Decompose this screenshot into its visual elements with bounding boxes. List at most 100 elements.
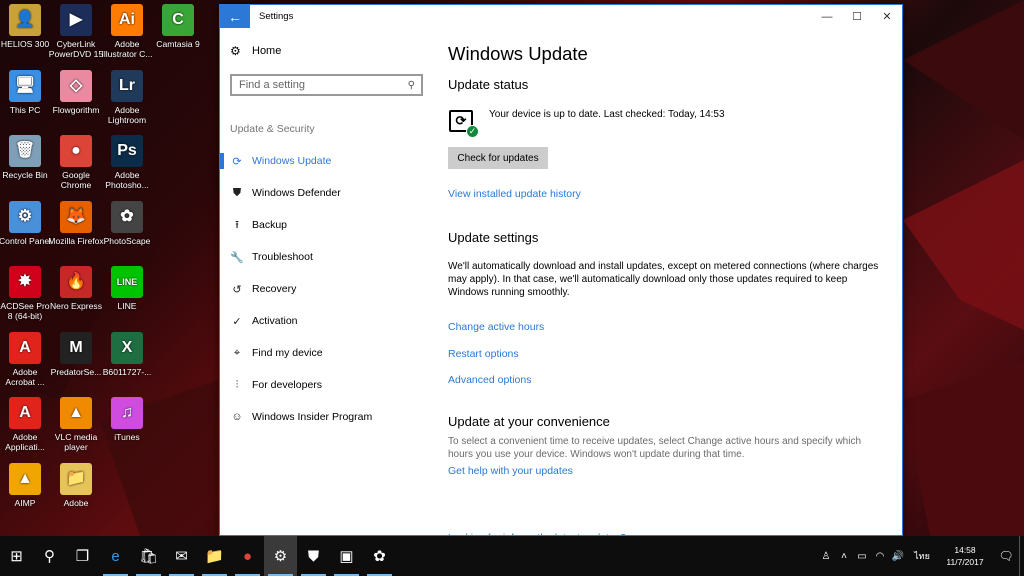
change-active-hours-link[interactable]: Change active hours (448, 321, 544, 333)
defender-icon[interactable]: ⛊ (297, 536, 330, 576)
desktop-icon-label: LINE (117, 301, 137, 311)
photoshop-icon: Ps (111, 135, 143, 167)
desktop-icon[interactable]: ◇ Flowgorithm (48, 68, 104, 115)
desktop-icon[interactable]: ✿ PhotoScape (99, 199, 155, 246)
illustrator-icon: Ai (111, 4, 143, 36)
desktop-icon[interactable]: 🦊 Mozilla Firefox (48, 199, 104, 246)
title-bar: ← Settings — ☐ ✕ (220, 5, 902, 28)
search-placeholder: Find a setting (239, 79, 306, 91)
desktop-icon[interactable]: ▲ VLC media player (48, 395, 104, 452)
settings-nav: ⚙ Home Find a setting ⚲ Update & Securit… (220, 28, 438, 535)
desktop-icon-label: Adobe Applicati... (5, 432, 45, 452)
desktop-icon[interactable]: ⚙ Control Panel (0, 199, 53, 246)
nav-item[interactable]: 🔧 Troubleshoot (220, 241, 438, 273)
minimize-button[interactable]: — (812, 5, 842, 28)
taskbar: ⊞ ⚲ ❐ e 🛍 ✉ 📁 ● ⚙ ⛊ ▣ ✿ ♙ ˄ ▭ ◠ 🔊 ไทย 14:58 11/7/2017 🗨 (0, 536, 1024, 576)
desktop-icon[interactable]: ▲ AIMP (0, 461, 53, 508)
maximize-button[interactable]: ☐ (842, 5, 872, 28)
desktop-icon[interactable]: LINE LINE (99, 264, 155, 311)
search-input[interactable]: Find a setting ⚲ (230, 74, 423, 96)
tray-icons: ♙ ˄ ▭ ◠ 🔊 (817, 551, 907, 562)
desktop-icon[interactable]: ▶ CyberLink PowerDVD 15 (48, 2, 104, 59)
activation-icon: ✓ (232, 315, 242, 328)
desktop-icon-label: B6011727-... (102, 366, 152, 377)
nav-item[interactable]: ⟳ Windows Update (220, 145, 438, 177)
back-arrow-icon: ← (228, 8, 242, 25)
minimize-icon: — (821, 10, 833, 23)
home-label: Home (252, 45, 282, 57)
this-pc-icon: 🖥 (9, 69, 41, 102)
nav-item[interactable]: ⛊ Windows Defender (220, 177, 438, 209)
restart-options-link[interactable]: Restart options (448, 348, 519, 360)
desktop-icon-label: HELIOS 300 (0, 39, 50, 49)
desktop-icon[interactable]: X B6011727-... (99, 330, 155, 377)
desktop-icon-label: Adobe Photosho... (105, 170, 149, 190)
nav-item[interactable]: ⫶ For developers (220, 369, 438, 401)
desktop-icon[interactable]: A Adobe Acrobat ... (0, 330, 53, 387)
file-explorer-icon[interactable]: 📁 (198, 536, 231, 576)
input-language[interactable]: ไทย (907, 549, 937, 563)
desktop-icon[interactable]: C Camtasia 9 (150, 2, 206, 49)
desktop-icon[interactable]: Ai Adobe Illustrator C... (99, 2, 155, 59)
update-status-heading: Update status (448, 77, 529, 92)
desktop-icon[interactable]: A Adobe Applicati... (0, 395, 53, 452)
nav-item-label: Recovery (252, 283, 297, 295)
desktop-icon[interactable]: 🖥 This PC (0, 68, 53, 115)
notifications-icon[interactable]: 🗨 (993, 549, 1019, 563)
main-content: Windows Update Update status ⟳ ✓ Your de… (448, 28, 902, 537)
photoscape-icon[interactable]: ✿ (363, 536, 396, 576)
clock[interactable]: 14:58 11/7/2017 (937, 544, 993, 568)
nav-item-label: For developers (252, 379, 323, 391)
mail-icon[interactable]: ✉ (165, 536, 198, 576)
flowgorithm-icon: ◇ (60, 69, 92, 102)
settings-icon[interactable]: ⚙ (264, 536, 297, 576)
check-for-updates-button[interactable]: Check for updates (448, 147, 548, 169)
desktop-icon[interactable]: 📁 Adobe (48, 461, 104, 508)
help-link[interactable]: Get help with your updates (448, 465, 573, 477)
desktop-icon[interactable]: 🔥 Nero Express (48, 264, 104, 311)
nav-item[interactable]: ↺ Recovery (220, 273, 438, 305)
desktop-icon[interactable]: 👤 HELIOS 300 (0, 2, 53, 49)
store-icon[interactable]: 🛍 (132, 536, 165, 576)
battery-icon[interactable]: ▭ (853, 551, 871, 562)
people-icon[interactable]: ♙ (817, 551, 835, 562)
update-history-link[interactable]: View installed update history (448, 188, 581, 200)
chrome-icon[interactable]: ● (231, 536, 264, 576)
nav-item[interactable]: ⭱ Backup (220, 209, 438, 241)
desktop-icon[interactable]: ✸ ACDSee Pro 8 (64-bit) (0, 264, 53, 321)
window-title: Settings (259, 11, 294, 22)
home-link[interactable]: ⚙ Home (230, 44, 281, 58)
chevron-up-icon[interactable]: ˄ (835, 551, 853, 562)
wifi-icon[interactable]: ◠ (871, 551, 889, 562)
nav-item[interactable]: ✓ Activation (220, 305, 438, 337)
nav-item[interactable]: ⌖ Find my device (220, 337, 438, 369)
task-view-icon[interactable]: ❐ (66, 536, 99, 576)
settings-window: ← Settings — ☐ ✕ ⚙ Home Find a setting ⚲… (219, 4, 903, 537)
back-button[interactable]: ← (220, 5, 250, 28)
desktop-icon[interactable]: 🗑 Recycle Bin (0, 133, 53, 180)
search-icon[interactable]: ⚲ (33, 536, 66, 576)
excel-icon: X (111, 331, 143, 364)
advanced-options-link[interactable]: Advanced options (448, 374, 531, 386)
nav-item[interactable]: ☺ Windows Insider Program (220, 401, 438, 433)
recycle-bin-icon: 🗑 (9, 135, 41, 167)
desktop-icon[interactable]: Ps Adobe Photosho... (99, 133, 155, 190)
close-button[interactable]: ✕ (872, 5, 902, 28)
refresh-icon: ⟳ (232, 155, 242, 168)
edge-icon[interactable]: e (99, 536, 132, 576)
desktop-icon[interactable]: ● Google Chrome (48, 133, 104, 190)
desktop-icon[interactable]: ♫ iTunes (99, 395, 155, 442)
desktop-icon-label: Flowgorithm (52, 104, 100, 115)
photoscape-icon: ✿ (111, 200, 143, 233)
app-icon[interactable]: ▣ (330, 536, 363, 576)
volume-icon[interactable]: 🔊 (889, 551, 907, 562)
desktop-icon[interactable]: Lr Adobe Lightroom (99, 68, 155, 125)
desktop-icon-label: Adobe (63, 497, 89, 508)
show-desktop-button[interactable] (1019, 536, 1024, 576)
clock-time: 14:58 (954, 545, 976, 555)
start-icon[interactable]: ⊞ (0, 536, 33, 576)
adobe-icon: A (9, 397, 41, 429)
desktop-icon-label: Adobe Illustrator C... (101, 39, 153, 59)
desktop-icon[interactable]: M PredatorSe... (48, 330, 104, 377)
desktop-icon-label: VLC media player (54, 432, 98, 452)
